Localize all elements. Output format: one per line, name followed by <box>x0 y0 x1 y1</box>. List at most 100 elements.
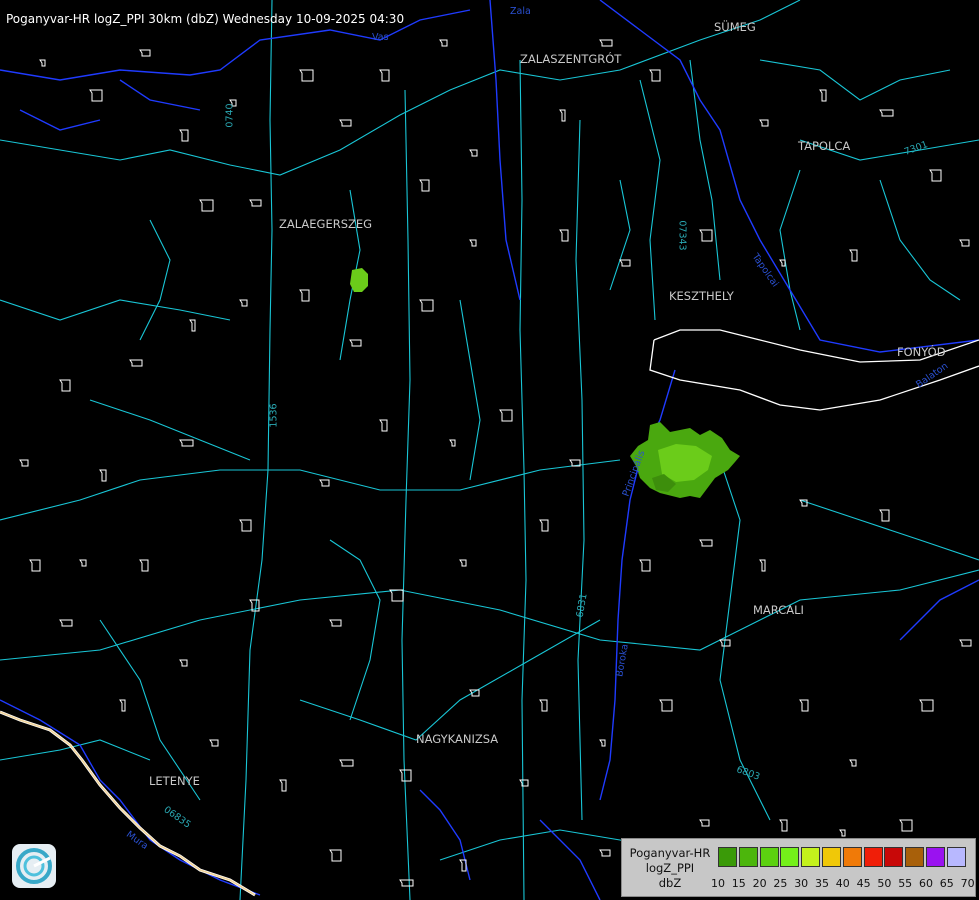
settlement-outline <box>779 819 788 832</box>
settlement-outline <box>329 849 342 862</box>
legend-tick-label: 70 <box>960 877 975 890</box>
settlement-outline <box>659 699 673 712</box>
road-label: 1536 <box>268 403 280 428</box>
settlement-outline <box>879 509 890 522</box>
settlement-outline <box>619 259 631 267</box>
river-segment <box>899 579 979 641</box>
road-network <box>0 0 979 900</box>
settlement-outline <box>539 699 548 712</box>
settlement-outline <box>449 439 456 447</box>
settlement-outline <box>559 109 566 122</box>
radar-map <box>0 0 979 900</box>
legend-unit: dbZ <box>658 876 682 890</box>
settlement-outline <box>469 149 478 157</box>
city-label-nagykanizsa: NAGYKANIZSA <box>416 732 499 746</box>
settlement-outline <box>339 119 352 127</box>
legend-tick-label: 45 <box>856 877 871 890</box>
settlement-outline <box>139 49 151 57</box>
legend-tick-label: 65 <box>939 877 954 890</box>
road-segment <box>239 0 273 900</box>
settlement-outline <box>239 299 248 307</box>
settlement-outline <box>89 89 103 102</box>
settlement-outline <box>519 779 529 787</box>
settlement-outline <box>329 619 342 627</box>
road-segment <box>0 569 979 661</box>
settlement-outline <box>699 819 710 827</box>
legend-swatch <box>718 847 737 867</box>
settlement-outline <box>249 199 262 207</box>
road-segment <box>799 499 979 561</box>
city-label-marcali: MARCALI <box>753 603 804 617</box>
road-segment <box>879 179 961 301</box>
map-title: Poganyvar-HR logZ_PPI 30km (dbZ) Wednesd… <box>6 12 405 26</box>
settlement-outline <box>779 259 786 267</box>
road-segment <box>299 619 601 741</box>
settlement-outline <box>59 379 71 392</box>
settlement-outline <box>559 229 569 242</box>
road-segment <box>0 459 621 521</box>
settlement-outline <box>399 879 414 887</box>
settlement-outline <box>39 59 46 67</box>
settlement-outline <box>29 559 41 572</box>
settlement-outline <box>599 739 606 747</box>
city-label-tapolca: TAPOLCA <box>798 139 851 153</box>
city-label-zalaszentgrot: ZALASZENTGRÓT <box>520 52 622 66</box>
road-segment <box>609 179 631 291</box>
settlement-outline <box>59 619 73 627</box>
settlement-outline <box>339 759 354 767</box>
road-segment <box>639 79 661 321</box>
legend-tick-label: 10 <box>711 877 725 890</box>
settlement-outline <box>439 39 448 47</box>
settlement-outline <box>299 69 314 82</box>
settlement-outline <box>79 559 87 567</box>
settlement-outline <box>799 699 809 712</box>
river-label: Vas <box>372 32 389 43</box>
settlement-outline <box>959 239 970 247</box>
settlement-outline <box>759 559 766 572</box>
settlement-outline <box>539 519 549 532</box>
settlement-outline <box>839 829 846 837</box>
settlement-outline <box>129 359 143 367</box>
legend-product: logZ_PPI <box>645 861 695 875</box>
settlement-outline <box>469 239 477 247</box>
settlement-outline <box>379 419 388 432</box>
road-segment <box>0 299 231 321</box>
legend-tick-label: 25 <box>773 877 788 890</box>
legend-swatch <box>842 847 862 867</box>
settlement-outline <box>959 639 972 647</box>
settlement-outline <box>239 519 252 532</box>
settlement-outline <box>699 539 713 547</box>
settlement-outline <box>99 469 107 482</box>
road-segment <box>779 169 801 331</box>
city-label-keszthely: KESZTHELY <box>669 289 734 303</box>
city-label-sumeg: SÜMEG <box>714 20 756 34</box>
settlement-outline <box>649 69 661 82</box>
road-segment <box>329 539 381 721</box>
legend-tick-label: 15 <box>731 877 746 890</box>
settlement-outline <box>319 479 330 487</box>
settlement-outline <box>379 69 390 82</box>
settlement-outline <box>919 699 934 712</box>
river-segment <box>489 0 521 301</box>
settlement-outline <box>139 559 149 572</box>
legend-tick-label: 55 <box>898 877 913 890</box>
legend-swatch <box>801 847 821 867</box>
legend-swatch <box>822 847 841 867</box>
settlement-outline <box>349 339 362 347</box>
legend-radar-name: Poganyvar-HR <box>629 846 711 860</box>
legend-swatch <box>905 847 925 867</box>
legend-tick-label: 20 <box>752 877 767 890</box>
road-label: 07343 <box>676 220 688 251</box>
river-network <box>0 0 979 900</box>
settlement-outline <box>209 739 219 747</box>
settlement-outline <box>389 589 404 602</box>
settlement-outline <box>879 109 894 117</box>
settlement-outline <box>899 819 913 832</box>
legend-tick-label: 30 <box>794 877 809 890</box>
road-segment <box>89 399 251 461</box>
radar-logo-icon <box>12 844 56 888</box>
settlement-outlines <box>19 39 972 887</box>
settlement-outline <box>849 249 858 262</box>
settlement-outline <box>179 439 194 447</box>
road-segment <box>575 119 585 821</box>
